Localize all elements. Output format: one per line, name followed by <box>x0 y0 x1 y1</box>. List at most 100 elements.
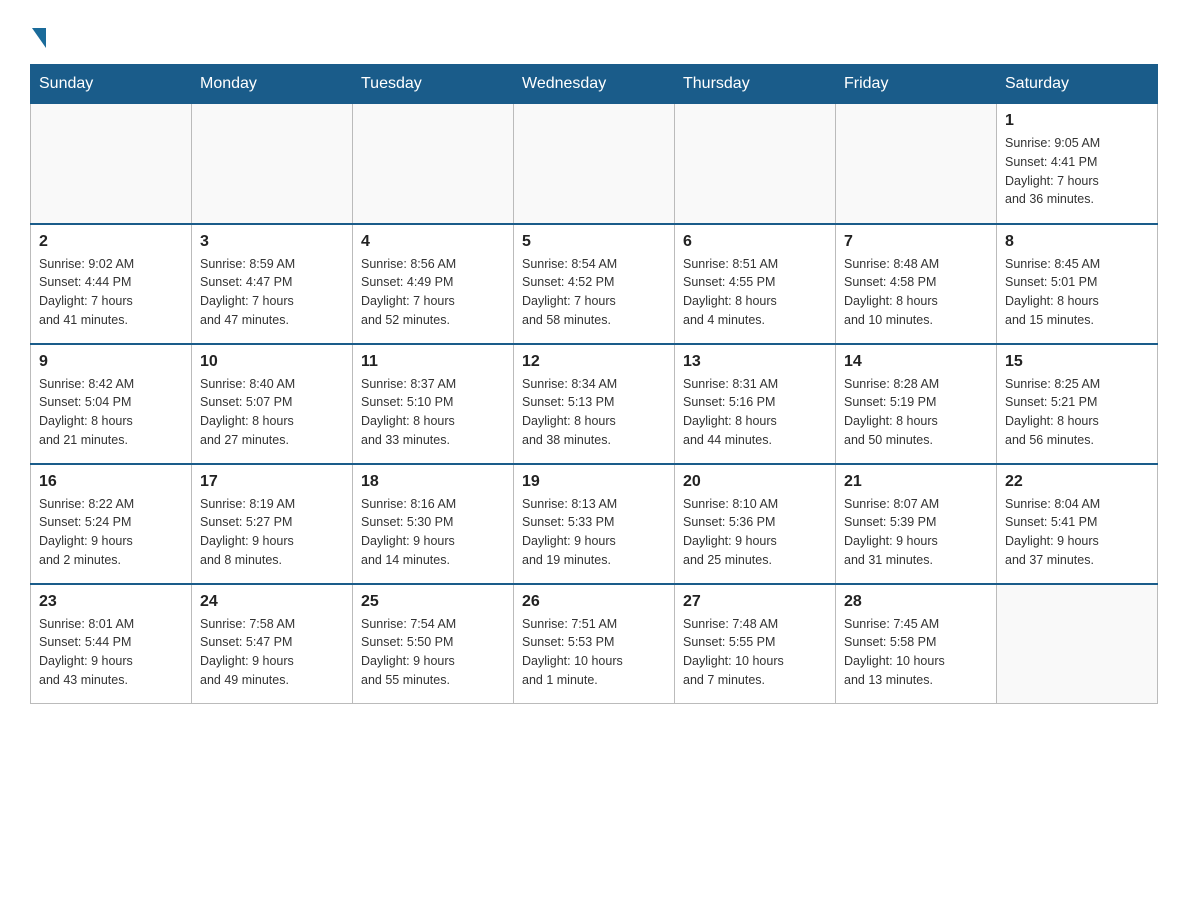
day-info: Sunrise: 8:34 AM Sunset: 5:13 PM Dayligh… <box>522 375 666 450</box>
calendar-day-cell: 25 Sunrise: 7:54 AM Sunset: 5:50 PM Dayli… <box>353 584 514 704</box>
day-info: Sunrise: 8:42 AM Sunset: 5:04 PM Dayligh… <box>39 375 183 450</box>
day-info: Sunrise: 7:51 AM Sunset: 5:53 PM Dayligh… <box>522 615 666 690</box>
day-info: Sunrise: 8:10 AM Sunset: 5:36 PM Dayligh… <box>683 495 827 570</box>
calendar-day-cell: 20 Sunrise: 8:10 AM Sunset: 5:36 PM Dayli… <box>675 464 836 584</box>
calendar-week-row: 9 Sunrise: 8:42 AM Sunset: 5:04 PM Daylig… <box>31 344 1158 464</box>
day-info: Sunrise: 8:51 AM Sunset: 4:55 PM Dayligh… <box>683 255 827 330</box>
day-number: 10 <box>200 353 344 371</box>
calendar-day-cell: 4 Sunrise: 8:56 AM Sunset: 4:49 PM Daylig… <box>353 224 514 344</box>
calendar-day-cell: 6Sunrise: 8:51 AM Sunset: 4:55 PM Daylig… <box>675 224 836 344</box>
day-number: 22 <box>1005 473 1149 491</box>
day-number: 5 <box>522 233 666 251</box>
calendar-day-cell <box>514 104 675 224</box>
day-number: 14 <box>844 353 988 371</box>
calendar-day-cell <box>192 104 353 224</box>
calendar-day-cell: 16 Sunrise: 8:22 AM Sunset: 5:24 PM Dayli… <box>31 464 192 584</box>
calendar-day-cell: 28 Sunrise: 7:45 AM Sunset: 5:58 PM Dayli… <box>836 584 997 704</box>
day-number: 12 <box>522 353 666 371</box>
calendar-day-cell: 8 Sunrise: 8:45 AM Sunset: 5:01 PM Daylig… <box>997 224 1158 344</box>
day-info: Sunrise: 8:54 AM Sunset: 4:52 PM Dayligh… <box>522 255 666 330</box>
day-info: Sunrise: 8:56 AM Sunset: 4:49 PM Dayligh… <box>361 255 505 330</box>
calendar-day-cell: 21 Sunrise: 8:07 AM Sunset: 5:39 PM Dayli… <box>836 464 997 584</box>
day-info: Sunrise: 8:13 AM Sunset: 5:33 PM Dayligh… <box>522 495 666 570</box>
day-of-week-header: Thursday <box>675 65 836 104</box>
day-number: 17 <box>200 473 344 491</box>
calendar-day-cell: 11 Sunrise: 8:37 AM Sunset: 5:10 PM Dayli… <box>353 344 514 464</box>
day-number: 24 <box>200 593 344 611</box>
calendar-day-cell: 19 Sunrise: 8:13 AM Sunset: 5:33 PM Dayli… <box>514 464 675 584</box>
day-of-week-header: Monday <box>192 65 353 104</box>
day-info: Sunrise: 8:37 AM Sunset: 5:10 PM Dayligh… <box>361 375 505 450</box>
day-number: 20 <box>683 473 827 491</box>
day-number: 11 <box>361 353 505 371</box>
calendar-day-cell: 9 Sunrise: 8:42 AM Sunset: 5:04 PM Daylig… <box>31 344 192 464</box>
day-info: Sunrise: 8:45 AM Sunset: 5:01 PM Dayligh… <box>1005 255 1149 330</box>
calendar-week-row: 16 Sunrise: 8:22 AM Sunset: 5:24 PM Dayli… <box>31 464 1158 584</box>
day-number: 25 <box>361 593 505 611</box>
day-info: Sunrise: 7:58 AM Sunset: 5:47 PM Dayligh… <box>200 615 344 690</box>
calendar-week-row: 2 Sunrise: 9:02 AM Sunset: 4:44 PM Daylig… <box>31 224 1158 344</box>
day-info: Sunrise: 7:54 AM Sunset: 5:50 PM Dayligh… <box>361 615 505 690</box>
day-info: Sunrise: 7:45 AM Sunset: 5:58 PM Dayligh… <box>844 615 988 690</box>
calendar-day-cell: 27 Sunrise: 7:48 AM Sunset: 5:55 PM Dayli… <box>675 584 836 704</box>
calendar-header-row: SundayMondayTuesdayWednesdayThursdayFrid… <box>31 65 1158 104</box>
calendar-week-row: 1 Sunrise: 9:05 AM Sunset: 4:41 PM Daylig… <box>31 104 1158 224</box>
day-number: 7 <box>844 233 988 251</box>
calendar-day-cell <box>31 104 192 224</box>
day-info: Sunrise: 9:05 AM Sunset: 4:41 PM Dayligh… <box>1005 134 1149 209</box>
day-info: Sunrise: 8:01 AM Sunset: 5:44 PM Dayligh… <box>39 615 183 690</box>
day-number: 8 <box>1005 233 1149 251</box>
calendar-day-cell: 17 Sunrise: 8:19 AM Sunset: 5:27 PM Dayli… <box>192 464 353 584</box>
day-number: 2 <box>39 233 183 251</box>
logo <box>30 20 46 48</box>
calendar-week-row: 23 Sunrise: 8:01 AM Sunset: 5:44 PM Dayli… <box>31 584 1158 704</box>
calendar-day-cell: 23 Sunrise: 8:01 AM Sunset: 5:44 PM Dayli… <box>31 584 192 704</box>
day-info: Sunrise: 8:48 AM Sunset: 4:58 PM Dayligh… <box>844 255 988 330</box>
calendar-day-cell: 14 Sunrise: 8:28 AM Sunset: 5:19 PM Dayli… <box>836 344 997 464</box>
calendar-day-cell: 10 Sunrise: 8:40 AM Sunset: 5:07 PM Dayli… <box>192 344 353 464</box>
day-of-week-header: Saturday <box>997 65 1158 104</box>
day-number: 13 <box>683 353 827 371</box>
day-number: 21 <box>844 473 988 491</box>
day-of-week-header: Friday <box>836 65 997 104</box>
calendar-day-cell: 1 Sunrise: 9:05 AM Sunset: 4:41 PM Daylig… <box>997 104 1158 224</box>
day-number: 27 <box>683 593 827 611</box>
calendar-day-cell <box>997 584 1158 704</box>
day-info: Sunrise: 8:22 AM Sunset: 5:24 PM Dayligh… <box>39 495 183 570</box>
calendar-day-cell: 22 Sunrise: 8:04 AM Sunset: 5:41 PM Dayli… <box>997 464 1158 584</box>
day-number: 1 <box>1005 112 1149 130</box>
day-number: 19 <box>522 473 666 491</box>
day-info: Sunrise: 8:19 AM Sunset: 5:27 PM Dayligh… <box>200 495 344 570</box>
day-number: 3 <box>200 233 344 251</box>
day-number: 18 <box>361 473 505 491</box>
day-of-week-header: Wednesday <box>514 65 675 104</box>
day-number: 9 <box>39 353 183 371</box>
day-info: Sunrise: 8:25 AM Sunset: 5:21 PM Dayligh… <box>1005 375 1149 450</box>
calendar-day-cell <box>353 104 514 224</box>
day-number: 16 <box>39 473 183 491</box>
page-header <box>30 20 1158 48</box>
calendar-day-cell: 15Sunrise: 8:25 AM Sunset: 5:21 PM Dayli… <box>997 344 1158 464</box>
day-info: Sunrise: 8:16 AM Sunset: 5:30 PM Dayligh… <box>361 495 505 570</box>
day-info: Sunrise: 7:48 AM Sunset: 5:55 PM Dayligh… <box>683 615 827 690</box>
calendar-table: SundayMondayTuesdayWednesdayThursdayFrid… <box>30 64 1158 704</box>
day-info: Sunrise: 9:02 AM Sunset: 4:44 PM Dayligh… <box>39 255 183 330</box>
calendar-day-cell <box>675 104 836 224</box>
calendar-day-cell <box>836 104 997 224</box>
day-info: Sunrise: 8:28 AM Sunset: 5:19 PM Dayligh… <box>844 375 988 450</box>
calendar-day-cell: 12 Sunrise: 8:34 AM Sunset: 5:13 PM Dayli… <box>514 344 675 464</box>
day-number: 23 <box>39 593 183 611</box>
day-number: 26 <box>522 593 666 611</box>
day-number: 28 <box>844 593 988 611</box>
calendar-day-cell: 3 Sunrise: 8:59 AM Sunset: 4:47 PM Daylig… <box>192 224 353 344</box>
day-info: Sunrise: 8:40 AM Sunset: 5:07 PM Dayligh… <box>200 375 344 450</box>
day-info: Sunrise: 8:04 AM Sunset: 5:41 PM Dayligh… <box>1005 495 1149 570</box>
day-info: Sunrise: 8:59 AM Sunset: 4:47 PM Dayligh… <box>200 255 344 330</box>
calendar-day-cell: 18 Sunrise: 8:16 AM Sunset: 5:30 PM Dayli… <box>353 464 514 584</box>
day-number: 4 <box>361 233 505 251</box>
day-of-week-header: Tuesday <box>353 65 514 104</box>
day-info: Sunrise: 8:31 AM Sunset: 5:16 PM Dayligh… <box>683 375 827 450</box>
day-info: Sunrise: 8:07 AM Sunset: 5:39 PM Dayligh… <box>844 495 988 570</box>
logo-arrow-icon <box>32 28 46 48</box>
calendar-day-cell: 24 Sunrise: 7:58 AM Sunset: 5:47 PM Dayli… <box>192 584 353 704</box>
